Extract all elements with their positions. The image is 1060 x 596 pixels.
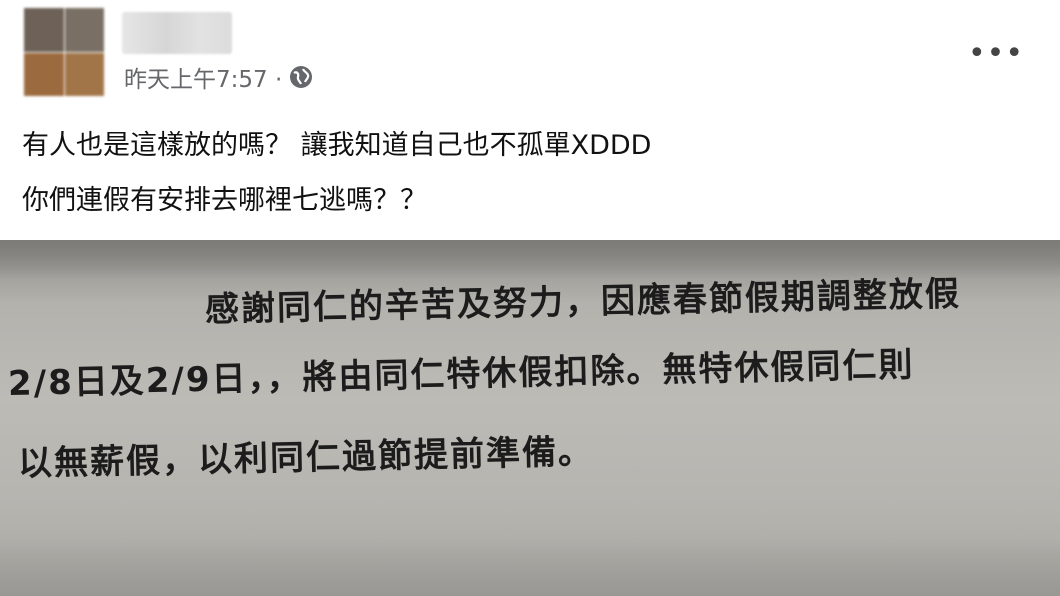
post-text-line: 有人也是這樣放的嗎？ 讓我知道自己也不孤單XDDD xyxy=(22,130,652,161)
author-name-blurred[interactable] xyxy=(122,12,232,54)
notice-line: 感謝同仁的辛苦及努力，因應春節假期調整放假 xyxy=(204,274,962,330)
more-options-button[interactable]: ••• xyxy=(968,36,1023,71)
post-text-line: 你們連假有安排去哪裡七逃嗎？？ xyxy=(22,185,427,216)
notice-line: 2/8日及2/9日，，將由同仁特休假扣除。無特休假同仁則 xyxy=(7,345,915,404)
post-text: 有人也是這樣放的嗎？ 讓我知道自己也不孤單XDDD 你們連假有安排去哪裡七逃嗎？… xyxy=(22,118,1022,228)
post-timestamp[interactable]: 昨天上午7:57 · xyxy=(124,60,282,94)
post-photo[interactable]: 感謝同仁的辛苦及努力，因應春節假期調整放假 2/8日及2/9日，，將由同仁特休假… xyxy=(0,240,1060,596)
post-header: 昨天上午7:57 · ••• 有人也是這樣放的嗎？ 讓我知道自己也不孤單XDDD… xyxy=(0,0,1060,240)
globe-icon xyxy=(288,64,314,90)
post-meta: 昨天上午7:57 · xyxy=(124,60,314,94)
notice-line: 以無薪假，以利同仁過節提前準備。 xyxy=(17,431,595,484)
avatar[interactable] xyxy=(24,8,104,96)
